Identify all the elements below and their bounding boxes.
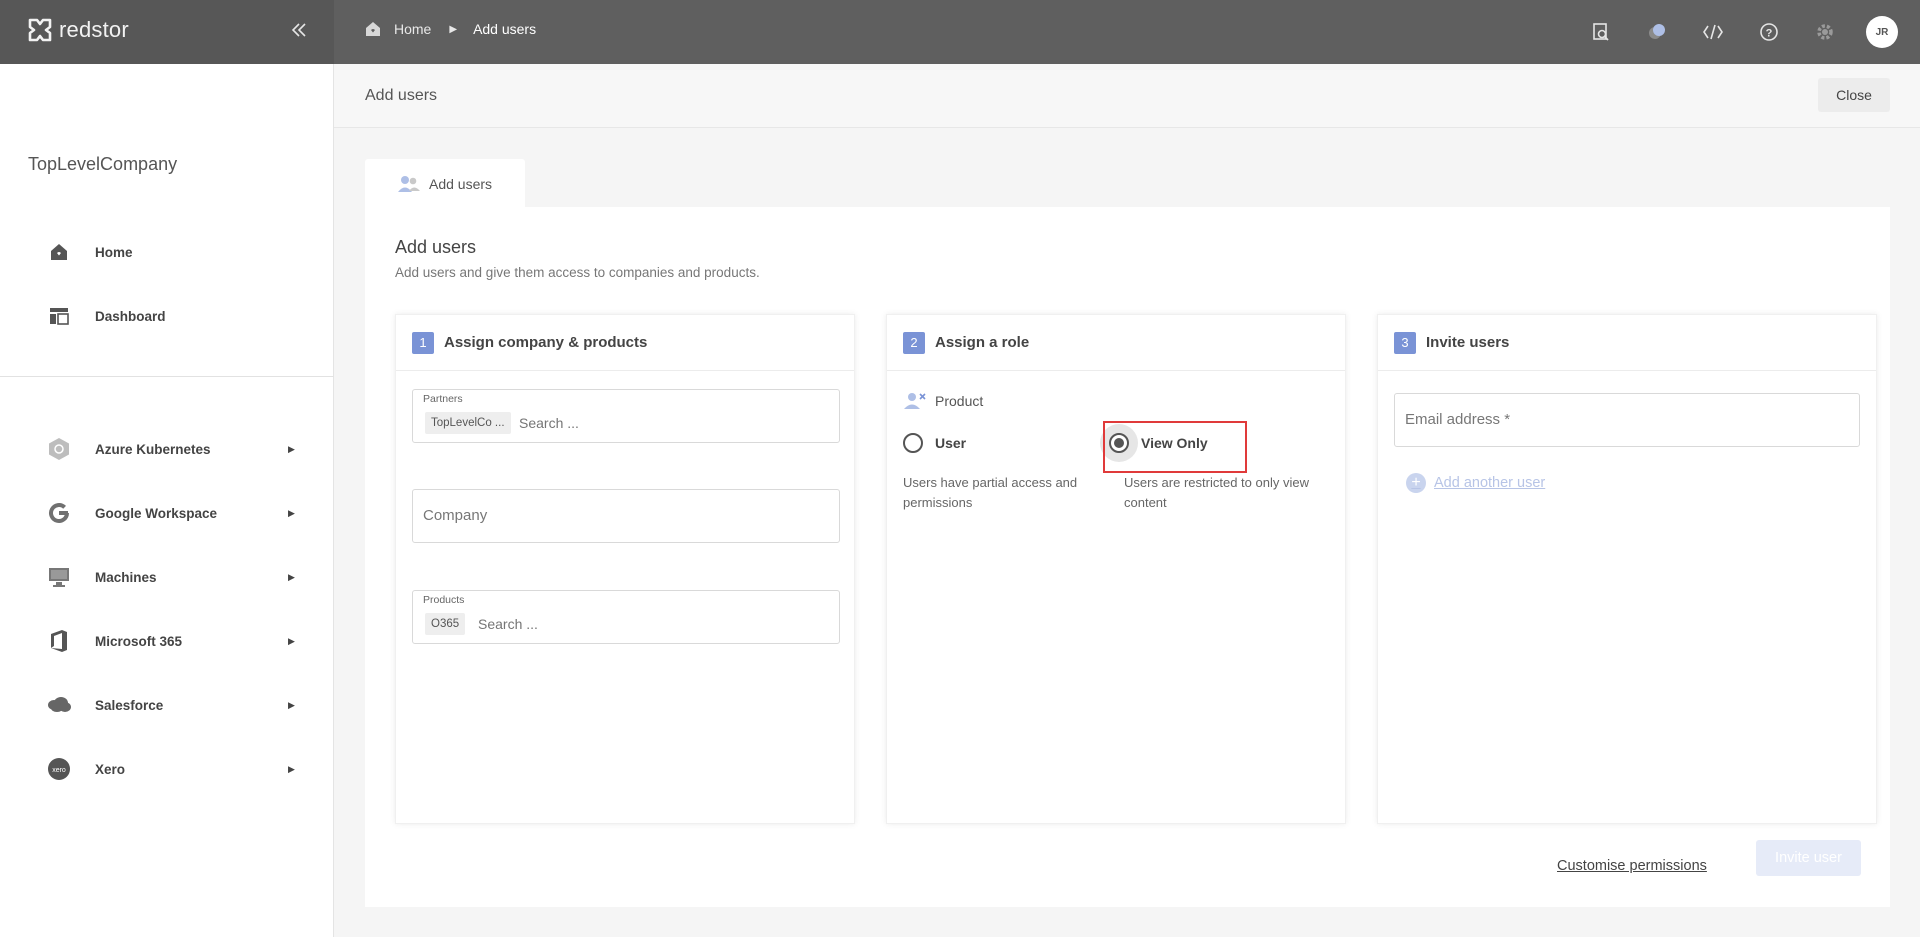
breadcrumb-current: Add users — [473, 21, 537, 37]
add-another-user-link[interactable]: + Add another user — [1406, 473, 1545, 493]
breadcrumb: Home ▶ Add users — [364, 20, 536, 38]
customise-permissions-link[interactable]: Customise permissions — [1557, 858, 1707, 874]
google-icon — [46, 500, 72, 526]
avatar[interactable]: JR — [1866, 16, 1898, 48]
close-button[interactable]: Close — [1818, 78, 1890, 112]
salesforce-icon — [46, 692, 72, 718]
monitor-icon — [46, 564, 72, 590]
products-search-input[interactable] — [478, 616, 718, 632]
product-label: Product — [935, 393, 984, 409]
sidebar-item-label: Azure Kubernetes — [95, 441, 211, 457]
panel-subtitle: Add users and give them access to compan… — [395, 265, 760, 280]
company-placeholder: Company — [423, 507, 488, 524]
step-assign-company-card: 1 Assign company & products Partners Top… — [395, 314, 855, 824]
page-title: Add users — [365, 87, 438, 104]
sidebar-item-home[interactable]: Home — [0, 232, 334, 272]
expand-arrow-icon[interactable]: ▶ — [288, 572, 295, 583]
collapse-sidebar-icon[interactable] — [288, 20, 310, 44]
sidebar-item-label: Home — [95, 244, 133, 260]
product-chip[interactable]: O365 — [425, 613, 466, 635]
product-role-label: Product — [903, 391, 983, 411]
partners-field[interactable]: Partners TopLevelCo ... — [412, 389, 840, 443]
organization-name: TopLevelCompany — [28, 154, 178, 174]
card-title: Assign a role — [935, 334, 1030, 351]
expand-arrow-icon[interactable]: ▶ — [288, 764, 295, 775]
plus-icon: + — [1406, 473, 1426, 493]
invite-user-button[interactable]: Invite user — [1756, 840, 1861, 876]
breadcrumb-home[interactable]: Home — [394, 21, 431, 37]
card-title: Invite users — [1426, 334, 1510, 351]
sidebar-item-label: Google Workspace — [95, 505, 218, 521]
sidebar-item-salesforce[interactable]: Salesforce ▶ — [0, 685, 334, 725]
expand-arrow-icon[interactable]: ▶ — [288, 700, 295, 711]
brand-name: redstor — [59, 17, 129, 42]
svg-text:xero: xero — [52, 767, 66, 774]
partner-chip[interactable]: TopLevelCo ... — [425, 412, 511, 434]
step-invite-users-card: 3 Invite users Email address * + Add ano… — [1377, 314, 1877, 824]
sidebar-item-google-workspace[interactable]: Google Workspace ▶ — [0, 493, 334, 533]
products-field[interactable]: Products O365 — [412, 590, 840, 644]
sidebar-item-xero[interactable]: xero Xero ▶ — [0, 749, 334, 789]
users-icon — [398, 175, 420, 192]
sidebar-item-label: Dashboard — [95, 308, 166, 324]
company-field[interactable]: Company — [412, 489, 840, 543]
user-role-icon — [904, 393, 926, 409]
home-icon — [46, 239, 72, 265]
email-field[interactable]: Email address * — [1394, 393, 1860, 447]
home-icon[interactable] — [364, 20, 382, 38]
email-placeholder: Email address * — [1405, 411, 1511, 428]
top-bar: redstor Home ▶ Add users ? JR — [0, 0, 1920, 64]
xero-icon: xero — [46, 756, 72, 782]
partners-label: Partners — [423, 393, 463, 405]
settings-gear-icon[interactable] — [1813, 20, 1837, 44]
sidebar-item-azure-kubernetes[interactable]: Azure Kubernetes ▶ — [0, 429, 334, 469]
svg-text:?: ? — [1766, 28, 1773, 40]
breadcrumb-separator-icon: ▶ — [449, 23, 458, 35]
step-number-badge: 1 — [412, 331, 434, 354]
selection-highlight-box — [1103, 421, 1247, 473]
panel-title: Add users — [395, 237, 477, 257]
role-description: Users have partial access and permission… — [903, 475, 1078, 510]
expand-arrow-icon[interactable]: ▶ — [288, 444, 295, 455]
step-number-badge: 3 — [1394, 331, 1416, 354]
radio-label: User — [935, 435, 967, 451]
role-description: Users are restricted to only view conten… — [1124, 475, 1309, 510]
add-users-panel: Add users Add users and give them access… — [365, 207, 1890, 907]
card-header: 1 Assign company & products — [396, 315, 854, 371]
add-another-label: Add another user — [1434, 475, 1546, 491]
sidebar-item-label: Machines — [95, 569, 157, 585]
office-icon — [46, 628, 72, 654]
card-header: 3 Invite users — [1378, 315, 1876, 371]
step-number-badge: 2 — [903, 331, 925, 354]
expand-arrow-icon[interactable]: ▶ — [288, 636, 295, 647]
redstor-logo-icon — [28, 18, 52, 42]
logo[interactable]: redstor — [27, 17, 129, 43]
products-label: Products — [423, 594, 465, 606]
sidebar-item-dashboard[interactable]: Dashboard — [0, 296, 334, 336]
sidebar-item-machines[interactable]: Machines ▶ — [0, 557, 334, 597]
role-option-user[interactable]: User — [903, 433, 966, 453]
sidebar-divider — [0, 376, 334, 377]
tab-add-users[interactable]: Add users — [365, 159, 525, 208]
sidebar: TopLevelCompany Home Dashboard Azure Kub… — [0, 64, 334, 937]
user-radio[interactable] — [903, 433, 923, 453]
code-icon[interactable] — [1701, 20, 1725, 44]
help-icon[interactable]: ? — [1757, 20, 1781, 44]
sidebar-item-label: Salesforce — [95, 697, 164, 713]
search-document-icon[interactable] — [1589, 20, 1613, 44]
partners-search-input[interactable] — [519, 415, 759, 431]
sidebar-item-label: Xero — [95, 761, 126, 777]
expand-arrow-icon[interactable]: ▶ — [288, 508, 295, 519]
tab-label: Add users — [429, 175, 493, 192]
sidebar-item-microsoft-365[interactable]: Microsoft 365 ▶ — [0, 621, 334, 661]
page-header: Add users Close — [334, 64, 1920, 128]
dashboard-icon — [46, 303, 72, 329]
card-title: Assign company & products — [444, 334, 648, 351]
sidebar-item-label: Microsoft 365 — [95, 633, 183, 649]
kubernetes-icon — [46, 436, 72, 462]
brand-area: redstor — [0, 0, 334, 64]
step-assign-role-card: 2 Assign a role Product User Users have … — [886, 314, 1346, 824]
chat-icon[interactable] — [1645, 20, 1669, 44]
card-header: 2 Assign a role — [887, 315, 1345, 371]
